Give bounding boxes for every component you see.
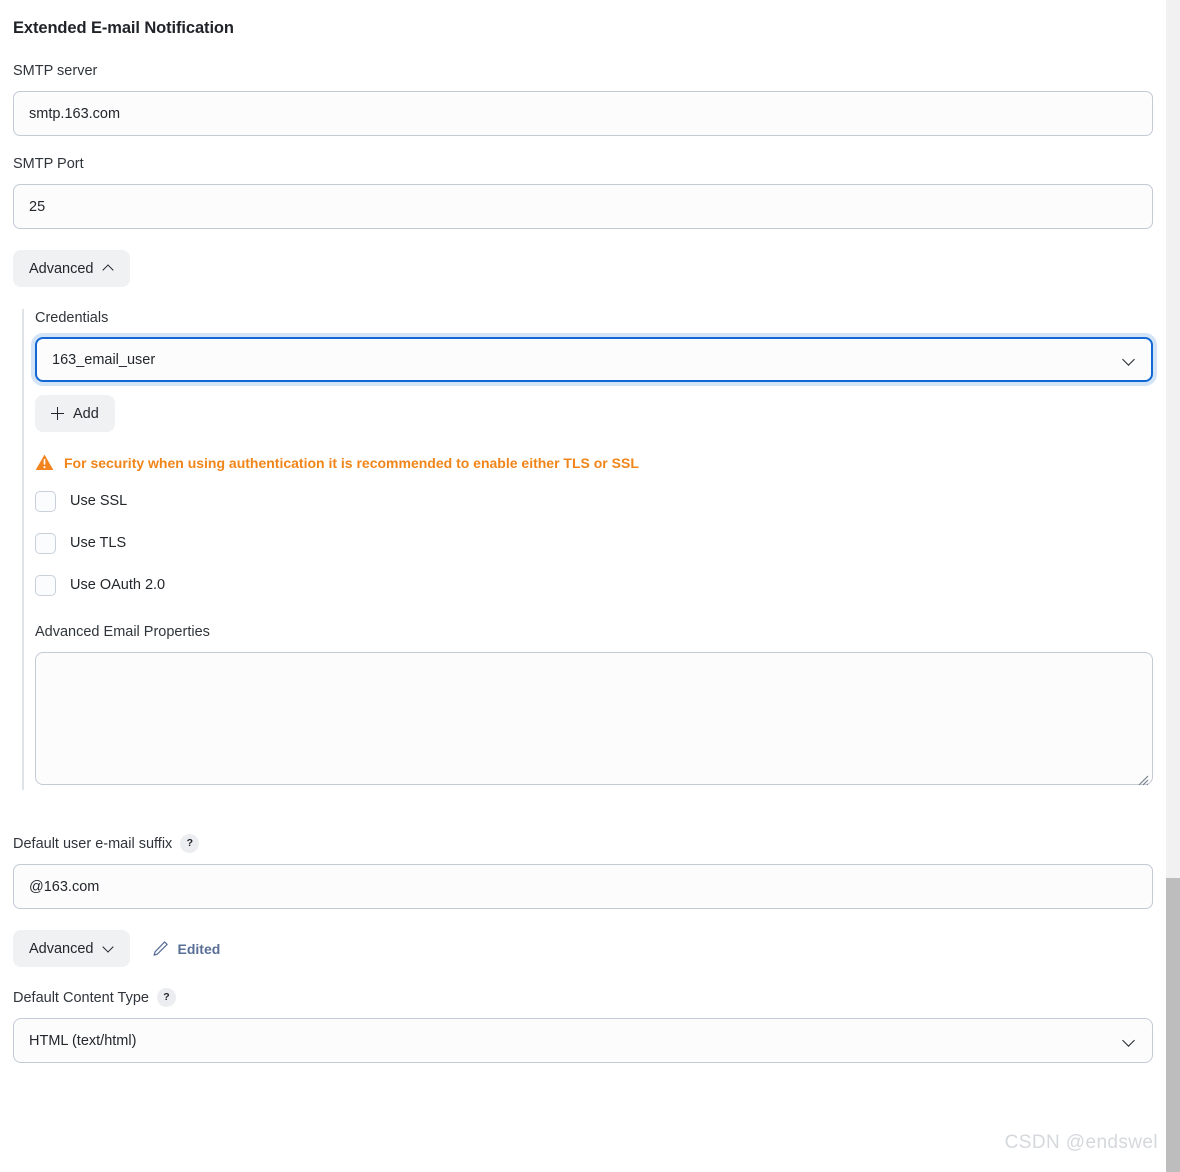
advanced-toggle-button-top[interactable]: Advanced <box>13 250 130 287</box>
credentials-label: Credentials <box>35 309 1153 327</box>
advanced-toggle-label-bottom: Advanced <box>29 940 94 957</box>
security-warning-text: For security when using authentication i… <box>64 454 639 471</box>
credentials-select[interactable]: 163_email_user <box>35 337 1153 382</box>
checkbox-use-oauth-label: Use OAuth 2.0 <box>70 577 166 593</box>
help-icon-default-suffix[interactable]: ? <box>180 834 200 853</box>
security-warning: For security when using authentication i… <box>35 454 1153 471</box>
edited-link[interactable]: Edited <box>152 940 221 957</box>
advanced-email-properties-label-text: Advanced Email Properties <box>35 624 210 640</box>
default-content-type-select[interactable]: HTML (text/html) <box>13 1018 1153 1063</box>
smtp-port-input[interactable] <box>13 184 1153 229</box>
add-credentials-label: Add <box>73 405 99 422</box>
add-credentials-button[interactable]: Add <box>35 395 115 432</box>
field-smtp-port: SMTP Port <box>13 155 1153 229</box>
smtp-port-label: SMTP Port <box>13 155 1153 173</box>
advanced-toggle-button-bottom[interactable]: Advanced <box>13 930 130 967</box>
smtp-server-input[interactable] <box>13 91 1153 136</box>
checkbox-row-use-tls[interactable]: Use TLS <box>35 522 1153 564</box>
default-content-type-label-text: Default Content Type <box>13 989 149 1006</box>
field-smtp-server: SMTP server <box>13 62 1153 136</box>
chevron-down-icon <box>1124 1036 1136 1048</box>
vertical-scrollbar-thumb[interactable] <box>1166 878 1180 1172</box>
checkbox-use-ssl-label: Use SSL <box>70 493 128 509</box>
chevron-down-icon <box>1124 355 1136 367</box>
advanced-email-properties-label: Advanced Email Properties <box>35 623 1153 641</box>
chevron-up-icon <box>103 263 114 274</box>
default-content-type-select-wrap: HTML (text/html) <box>13 1018 1153 1063</box>
plus-icon <box>51 407 64 420</box>
edited-link-label: Edited <box>177 940 221 957</box>
help-icon-default-content-type[interactable]: ? <box>156 988 176 1007</box>
advanced-email-properties-textarea[interactable] <box>35 652 1153 785</box>
checkbox-use-ssl[interactable] <box>35 490 56 512</box>
checkbox-use-tls[interactable] <box>35 532 56 554</box>
page-title: Extended E-mail Notification <box>13 19 234 37</box>
advanced-panel: Credentials 163_email_user Add For secur… <box>13 309 1153 790</box>
checkbox-use-tls-label: Use TLS <box>70 535 127 551</box>
advanced-toggle-label-top: Advanced <box>29 260 94 277</box>
default-suffix-label: Default user e-mail suffix ? <box>13 834 1153 853</box>
checkbox-row-use-oauth[interactable]: Use OAuth 2.0 <box>35 564 1153 606</box>
warning-triangle-icon <box>35 454 54 471</box>
field-default-suffix: Default user e-mail suffix ? <box>13 834 1153 909</box>
chevron-down-icon <box>103 943 114 954</box>
default-suffix-input[interactable] <box>13 864 1153 909</box>
credentials-label-text: Credentials <box>35 310 109 326</box>
smtp-server-label: SMTP server <box>13 62 1153 80</box>
vertical-scrollbar-track[interactable] <box>1166 0 1180 1172</box>
credentials-select-wrap: 163_email_user <box>35 337 1153 382</box>
smtp-port-label-text: SMTP Port <box>13 156 84 172</box>
default-suffix-label-text: Default user e-mail suffix <box>13 835 173 852</box>
checkbox-row-use-ssl[interactable]: Use SSL <box>35 480 1153 522</box>
field-default-content-type: Default Content Type ? HTML (text/html) <box>13 988 1153 1063</box>
settings-page: Extended E-mail Notification SMTP server… <box>0 0 1166 1172</box>
advanced-row-bottom: Advanced Edited <box>13 930 1153 967</box>
credentials-select-value: 163_email_user <box>52 351 156 368</box>
smtp-server-label-text: SMTP server <box>13 63 98 79</box>
pencil-icon <box>152 941 168 956</box>
checkbox-use-oauth[interactable] <box>35 574 56 596</box>
default-content-type-value: HTML (text/html) <box>29 1032 137 1049</box>
default-content-type-label: Default Content Type ? <box>13 988 1153 1007</box>
